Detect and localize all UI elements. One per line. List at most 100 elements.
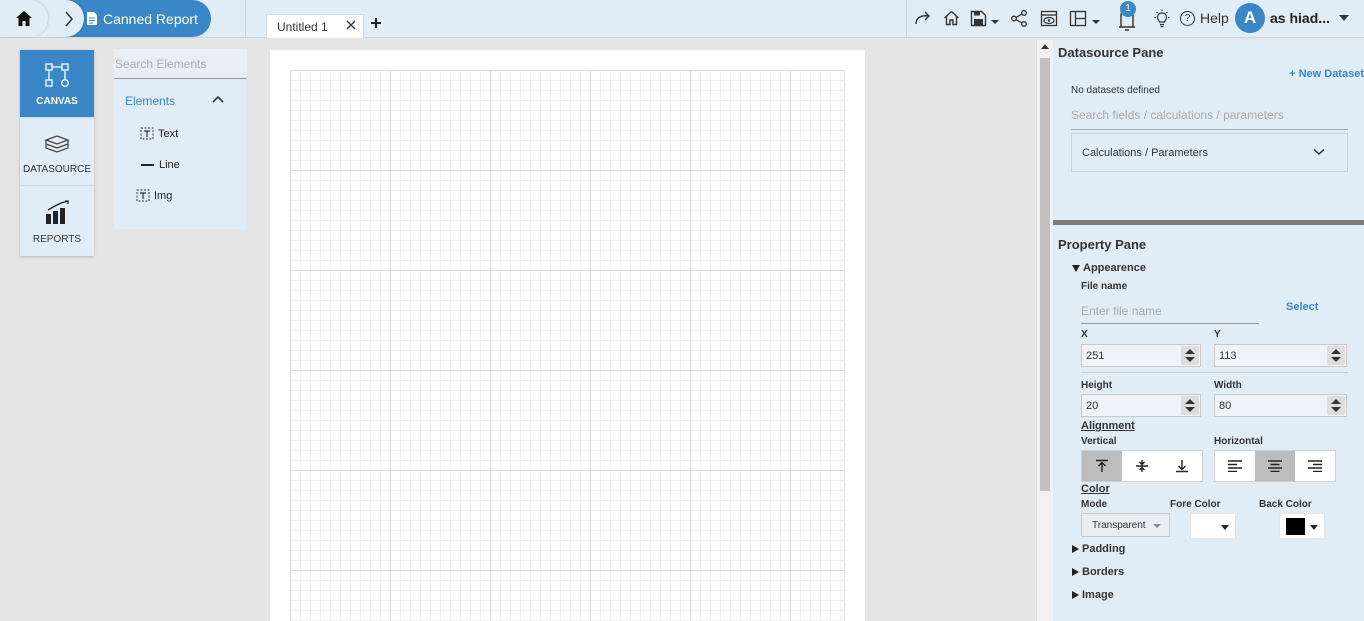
canvas-icon [45,63,69,87]
nav-label: CANVAS [36,96,78,107]
section-label: Borders [1082,566,1125,578]
add-tab-button[interactable] [370,14,384,30]
breadcrumb-chevron[interactable] [48,0,84,37]
width-stepper[interactable] [1327,396,1345,415]
elements-header[interactable]: Elements [125,94,175,108]
scroll-up-arrow[interactable] [1041,44,1049,49]
height-value: 20 [1086,400,1099,412]
x-input[interactable]: 251 [1081,344,1201,367]
align-middle-button[interactable] [1122,451,1162,481]
mode-select[interactable]: Transparent [1081,513,1170,537]
align-center-button[interactable] [1255,451,1295,481]
align-right-icon [1308,460,1322,472]
divider [245,0,246,38]
home-outline-icon[interactable] [943,10,960,26]
align-top-button[interactable] [1082,451,1122,481]
right-pane: Datasource Pane + New Dataset No dataset… [1053,40,1364,621]
file-name-input[interactable]: Enter file name [1081,301,1259,324]
caret-down-icon [1153,524,1161,528]
save-icon[interactable] [970,10,1000,28]
section-label: Padding [1082,543,1126,555]
align-right-button[interactable] [1295,451,1335,481]
height-stepper[interactable] [1181,396,1199,415]
lightbulb-icon[interactable] [1153,9,1171,28]
text-element-icon [140,127,154,140]
align-center-icon [1268,460,1282,472]
y-value: 113 [1219,350,1237,362]
align-left-button[interactable] [1215,451,1255,481]
scroll-thumb[interactable] [1040,58,1050,491]
caret-right-icon [1072,591,1079,599]
vertical-label: Vertical [1081,436,1117,447]
align-left-icon [1228,460,1242,472]
help-label: Help [1200,10,1229,26]
divider [1081,372,1348,373]
chevron-up-icon[interactable] [211,94,225,104]
calculations-parameters-dropdown[interactable]: Calculations / Parameters [1071,133,1348,172]
x-value: 251 [1086,350,1105,362]
back-color-label: Back Color [1259,499,1312,510]
mode-label: Mode [1081,499,1108,510]
notification-badge: 1 [1120,1,1136,17]
x-stepper[interactable] [1181,346,1199,365]
section-image[interactable]: Image [1072,589,1114,601]
section-appearance[interactable]: Appearence [1072,262,1146,274]
plus-icon [371,18,381,28]
avatar[interactable]: A [1235,3,1265,33]
new-dataset-button[interactable]: + New Dataset [1289,68,1364,80]
color-label: Color [1081,483,1110,495]
nav-item-canvas[interactable]: CANVAS [20,50,94,118]
datasource-search-input[interactable]: Search fields / calculations / parameter… [1071,104,1348,130]
caret-down-icon[interactable] [1339,15,1349,21]
section-padding[interactable]: Padding [1072,543,1125,555]
align-middle-icon [1136,460,1148,472]
height-input[interactable]: 20 [1081,394,1201,417]
element-item-label: Img [154,189,173,202]
width-input[interactable]: 80 [1214,394,1347,417]
nav-item-datasource[interactable]: DATASOURCE [20,118,94,186]
fore-color-swatch [1197,518,1216,535]
fore-color-label: Fore Color [1170,499,1221,510]
element-item-line[interactable]: Line [140,159,180,171]
user-name[interactable]: as hiad... [1270,10,1330,26]
preview-icon[interactable] [1040,10,1058,27]
align-bottom-button[interactable] [1162,451,1202,481]
breadcrumb-label: Canned Report [103,10,198,27]
redo-icon[interactable] [914,10,932,26]
select-file-button[interactable]: Select [1286,301,1318,313]
element-item-img[interactable]: Img [136,189,172,202]
element-item-label: Text [158,127,179,140]
top-bar: Canned Report Untitled 1 1 ? Help A as h… [0,0,1364,38]
nav-label: DATASOURCE [23,164,91,175]
share-icon[interactable] [1010,10,1028,27]
element-search-input[interactable] [115,57,245,71]
nav-label: REPORTS [32,234,82,245]
y-label: Y [1214,329,1221,340]
section-label: Image [1082,589,1114,601]
breadcrumb-canned-report[interactable]: Canned Report [66,0,211,37]
caret-down-icon [1072,264,1080,272]
canvas-grid[interactable] [290,70,845,621]
help-button[interactable]: ? Help [1180,10,1229,26]
no-datasets-text: No datasets defined [1071,85,1160,96]
fore-color-picker[interactable] [1190,513,1236,539]
element-item-text[interactable]: Text [140,127,178,140]
x-label: X [1081,329,1088,340]
vertical-scrollbar[interactable] [1036,40,1053,621]
align-bottom-icon [1176,460,1188,473]
width-value: 80 [1219,400,1232,412]
section-borders[interactable]: Borders [1072,566,1124,578]
back-color-picker[interactable] [1279,513,1325,539]
horizontal-label: Horizontal [1214,436,1263,447]
element-search-box [114,49,247,79]
nav-item-reports[interactable]: REPORTS [20,187,94,255]
y-input[interactable]: 113 [1214,344,1347,367]
report-canvas[interactable] [270,50,865,621]
home-button[interactable] [0,0,48,37]
pane-divider[interactable] [1053,220,1364,225]
tab-untitled-1[interactable]: Untitled 1 [266,14,364,38]
layout-icon[interactable] [1069,10,1101,28]
close-icon[interactable] [346,20,356,30]
chevron-right-icon [65,11,73,26]
y-stepper[interactable] [1327,346,1345,365]
